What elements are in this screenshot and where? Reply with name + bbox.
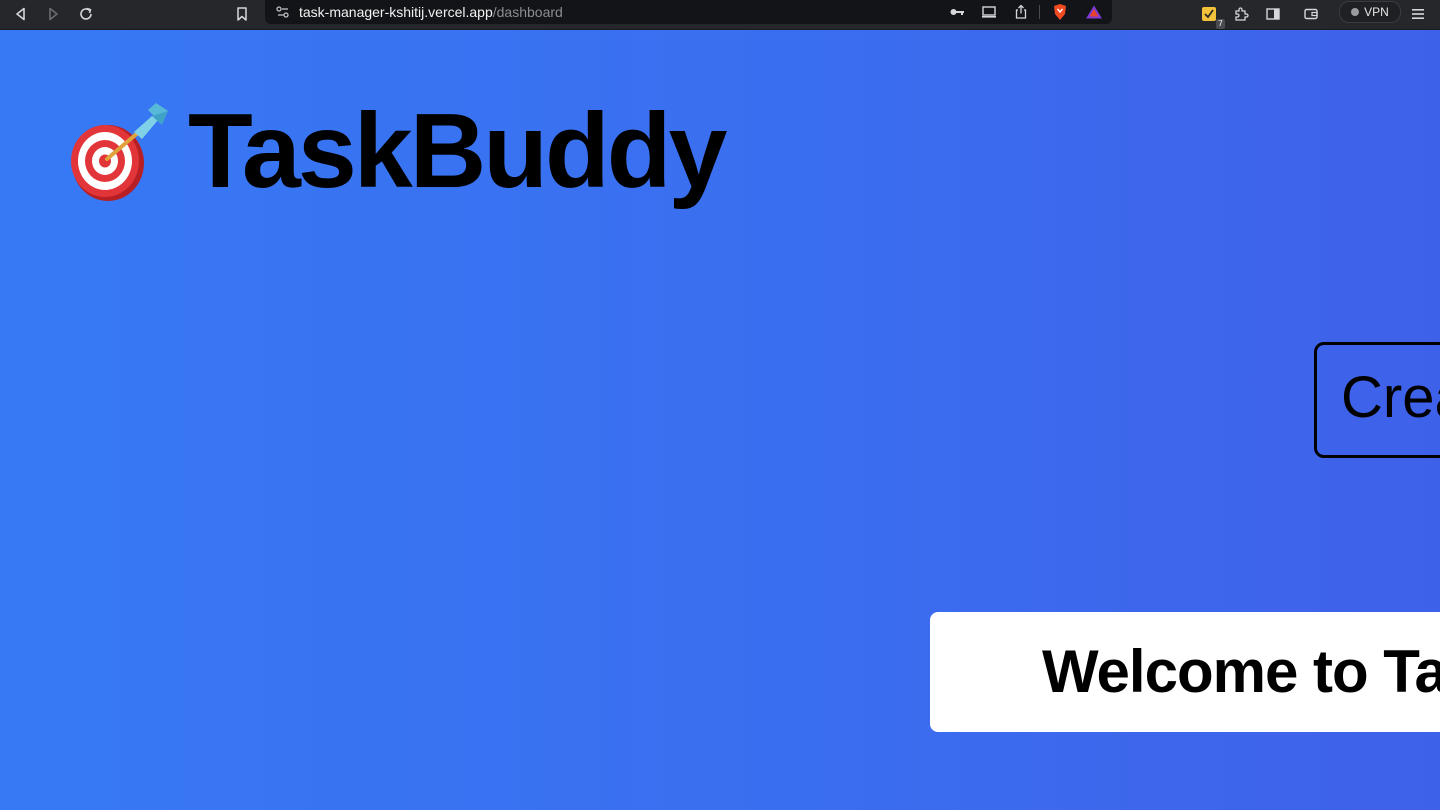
wallet-icon[interactable]: [1299, 2, 1323, 26]
brave-rewards-icon[interactable]: [1082, 0, 1106, 24]
extension-todo-icon[interactable]: 7: [1197, 2, 1225, 29]
create-task-button[interactable]: Create: [1314, 342, 1440, 458]
back-icon[interactable]: [9, 2, 33, 26]
bookmark-icon[interactable]: [230, 2, 254, 26]
reload-icon[interactable]: [74, 2, 98, 26]
welcome-card: Welcome to TaskBuddy: [930, 612, 1440, 732]
create-task-label: Create: [1341, 365, 1440, 430]
vpn-button[interactable]: VPN: [1339, 1, 1401, 23]
brand-name: TaskBuddy: [188, 92, 727, 210]
site-settings-icon[interactable]: [271, 0, 295, 24]
url-text[interactable]: task-manager-kshitij.vercel.app/dashboar…: [299, 3, 563, 21]
vpn-status-icon: [1351, 8, 1360, 16]
url-path: /dashboard: [492, 4, 563, 20]
brave-shields-icon[interactable]: [1048, 0, 1072, 24]
forward-icon[interactable]: [41, 2, 65, 26]
dashboard-page: TaskBuddy Create Welcome to TaskBuddy: [0, 30, 1440, 810]
extensions-icon[interactable]: [1229, 2, 1253, 26]
share-icon[interactable]: [1009, 0, 1033, 24]
extension-badge: 7: [1215, 19, 1225, 29]
key-icon[interactable]: [945, 0, 969, 24]
sidebar-icon[interactable]: [1261, 2, 1285, 26]
url-host: task-manager-kshitij.vercel.app: [299, 4, 493, 20]
welcome-heading: Welcome to TaskBuddy: [1042, 638, 1440, 705]
app-logo[interactable]: TaskBuddy: [58, 92, 727, 210]
address-bar[interactable]: task-manager-kshitij.vercel.app/dashboar…: [265, 0, 1112, 24]
dart-target-icon: [71, 103, 168, 201]
menu-icon[interactable]: [1406, 2, 1430, 26]
address-divider: [1039, 5, 1040, 19]
vpn-label: VPN: [1364, 5, 1389, 19]
browser-toolbar: task-manager-kshitij.vercel.app/dashboar…: [0, 0, 1440, 30]
cast-icon[interactable]: [977, 0, 1001, 24]
